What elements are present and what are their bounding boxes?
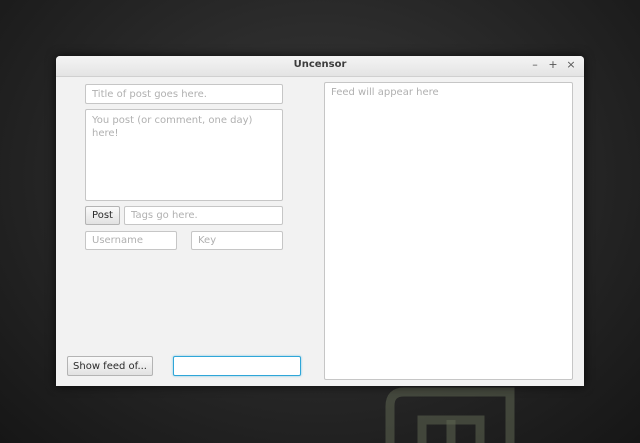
window-title: Uncensor [293, 59, 347, 70]
close-button[interactable]: × [564, 58, 578, 72]
post-title-input[interactable] [85, 84, 283, 104]
key-input[interactable] [191, 231, 283, 250]
post-body-textarea[interactable] [85, 109, 283, 201]
mint-logo-icon [385, 387, 515, 443]
title-bar[interactable]: Uncensor – + × [56, 56, 584, 77]
username-input[interactable] [85, 231, 177, 250]
feed-name-input[interactable] [173, 356, 301, 376]
app-window: Uncensor – + × Post Show feed of... [56, 56, 584, 386]
post-button[interactable]: Post [85, 206, 120, 225]
show-feed-button[interactable]: Show feed of... [67, 356, 153, 376]
feed-display-area[interactable] [324, 82, 573, 380]
maximize-button[interactable]: + [546, 58, 560, 72]
tags-input[interactable] [124, 206, 283, 225]
minimize-button[interactable]: – [528, 58, 542, 72]
